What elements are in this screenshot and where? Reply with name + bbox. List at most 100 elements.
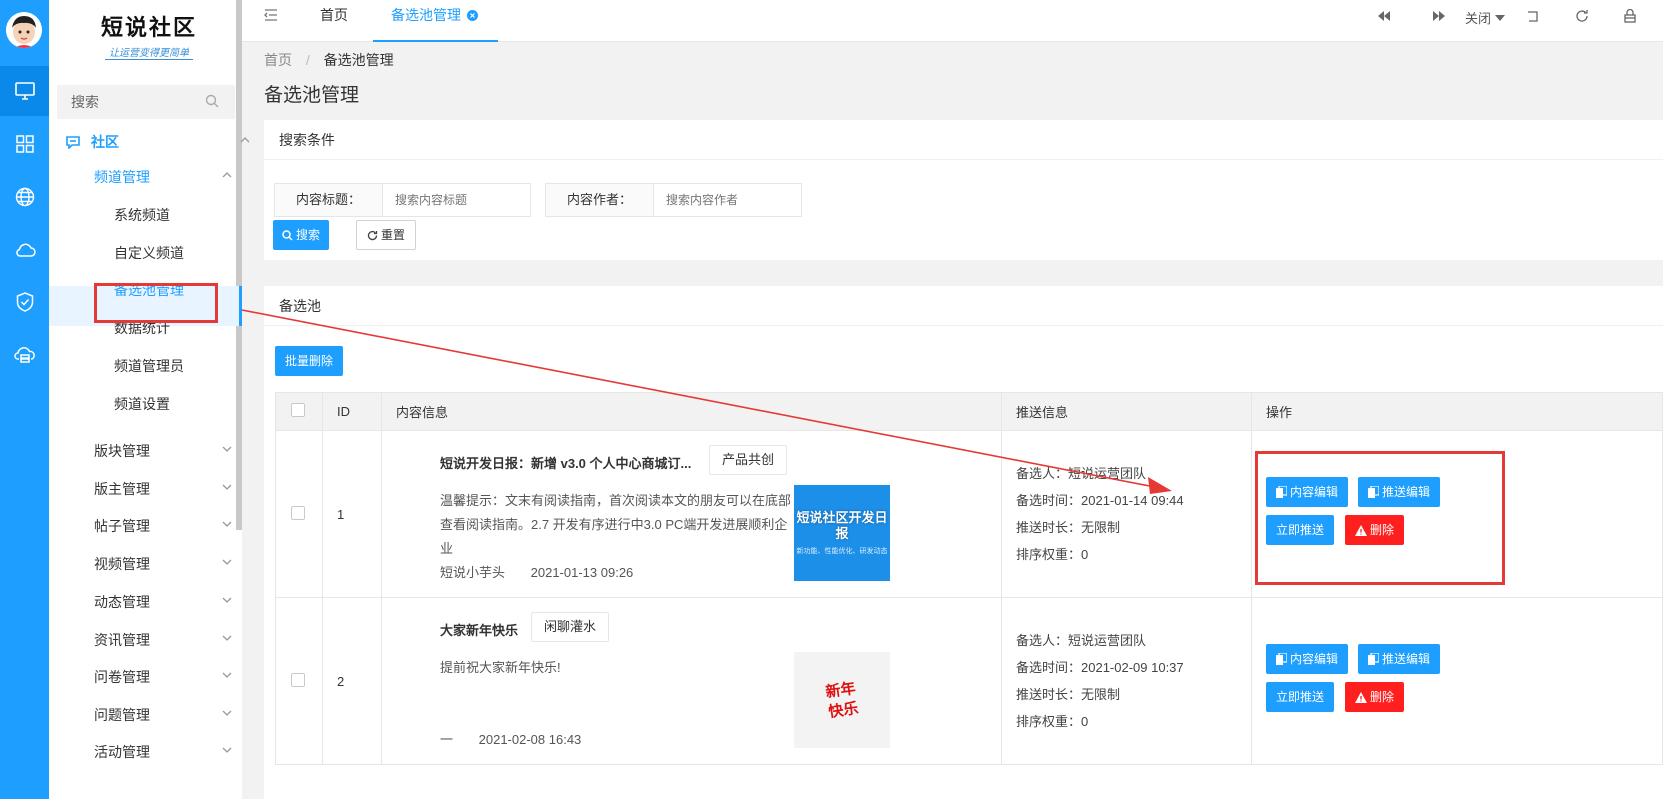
content-thumbnail[interactable]: 新年快乐 bbox=[794, 652, 890, 748]
push-duration: 推送时长：无限制 bbox=[1016, 520, 1121, 535]
copy-icon bbox=[1276, 653, 1287, 665]
cloud-icon[interactable] bbox=[0, 225, 49, 275]
shield-check-icon[interactable] bbox=[0, 277, 49, 327]
push-picker: 备选人：短说运营团队 bbox=[1016, 466, 1147, 481]
menu-collapse-icon[interactable] bbox=[264, 9, 278, 21]
sidebar-section-board[interactable]: 版块管理 bbox=[94, 441, 236, 461]
select-all-checkbox[interactable] bbox=[291, 403, 305, 417]
breadcrumb-home[interactable]: 首页 bbox=[264, 52, 292, 68]
column-header-actions: 操作 bbox=[1251, 392, 1663, 431]
content-description: 温馨提示：文末有阅读指南，首次阅读本文的朋友可以在底部查看阅读指南。2.7 开发… bbox=[440, 493, 792, 556]
push-info-cell: 备选人：短说运营团队 备选时间：2021-02-09 10:37 推送时长：无限… bbox=[1001, 597, 1252, 765]
breadcrumb: 首页 / 备选池管理 bbox=[264, 50, 394, 70]
fullscreen-icon[interactable] bbox=[1527, 10, 1539, 22]
sidebar-group-community[interactable]: 社区 bbox=[65, 132, 252, 152]
thumbnail-subtitle: 新功能、性能优化、研发动态 bbox=[796, 548, 888, 555]
title-search-input[interactable] bbox=[383, 184, 529, 216]
sidebar-subgroup-channel[interactable]: 频道管理 bbox=[94, 167, 236, 187]
row-checkbox[interactable] bbox=[291, 672, 305, 687]
sidebar-section-posts[interactable]: 帖子管理 bbox=[94, 516, 236, 536]
content-meta: 短说小芋头 2021-01-13 09:26 bbox=[440, 562, 633, 581]
actions-cell: 内容编辑 推送编辑 立即推送 删除 bbox=[1251, 597, 1663, 765]
scroll-right-icon[interactable] bbox=[1432, 10, 1446, 22]
push-weight: 排序权重：0 bbox=[1016, 714, 1089, 729]
column-header-push: 推送信息 bbox=[1001, 392, 1252, 431]
column-header-id: ID bbox=[322, 392, 382, 431]
icon-rail bbox=[0, 0, 49, 799]
tab-candidate-pool[interactable]: 备选池管理 bbox=[373, 0, 498, 42]
content-meta: 一 2021-02-08 16:43 bbox=[440, 729, 581, 748]
push-now-label: 立即推送 bbox=[1276, 690, 1325, 704]
chevron-down-icon bbox=[222, 484, 232, 490]
cloud-server-icon[interactable] bbox=[0, 330, 49, 380]
push-info-cell: 备选人：短说运营团队 备选时间：2021-01-14 09:44 推送时长：无限… bbox=[1001, 430, 1252, 598]
thumbnail-title: 短说社区开发日报 bbox=[796, 510, 888, 541]
breadcrumb-separator: / bbox=[305, 52, 310, 68]
content-thumbnail[interactable]: 短说社区开发日报 新功能、性能优化、研发动态 bbox=[794, 485, 890, 581]
sidebar-section-moderator[interactable]: 版主管理 bbox=[94, 479, 236, 499]
globe-icon[interactable] bbox=[0, 172, 49, 222]
row-checkbox[interactable] bbox=[291, 505, 305, 520]
sidebar: 短说社区 让运营变得更简单 搜索 社区 频道管理 系统频道 自定义频道 备选池管… bbox=[49, 0, 250, 799]
content-edit-label: 内容编辑 bbox=[1290, 652, 1339, 666]
search-panel: 搜索条件 内容标题： 内容作者： 搜索 重置 bbox=[264, 120, 1663, 260]
push-edit-button[interactable]: 推送编辑 bbox=[1358, 644, 1441, 674]
monitor-icon[interactable] bbox=[0, 66, 49, 116]
chevron-down-icon bbox=[222, 521, 232, 527]
chevron-up-icon bbox=[222, 172, 232, 178]
scroll-left-icon[interactable] bbox=[1377, 10, 1391, 22]
tab-label: 首页 bbox=[320, 7, 348, 23]
search-button-label: 搜索 bbox=[296, 228, 321, 242]
push-edit-label: 推送编辑 bbox=[1382, 652, 1431, 666]
breadcrumb-current: 备选池管理 bbox=[323, 52, 394, 68]
caret-down-icon bbox=[1494, 15, 1505, 21]
tab-label: 备选池管理 bbox=[391, 7, 461, 23]
brand-logo: 短说社区 让运营变得更简单 bbox=[89, 10, 209, 66]
search-icon bbox=[282, 229, 293, 241]
reset-button[interactable]: 重置 bbox=[356, 220, 417, 250]
page-title: 备选池管理 bbox=[264, 85, 360, 106]
content-author: 短说小芋头 bbox=[440, 565, 506, 580]
author-search-input[interactable] bbox=[654, 184, 800, 216]
author-search-label: 内容作者： bbox=[546, 184, 654, 216]
sidebar-section-video[interactable]: 视频管理 bbox=[94, 554, 236, 574]
refresh-icon[interactable] bbox=[1575, 9, 1589, 23]
table-row: 2 大家新年快乐 闲聊灌水 提前祝大家新年快乐! 一 2021-02-08 16… bbox=[275, 597, 1663, 765]
push-now-button[interactable]: 立即推送 bbox=[1266, 682, 1335, 712]
sidebar-section-events[interactable]: 活动管理 bbox=[94, 742, 236, 762]
sidebar-section-survey[interactable]: 问卷管理 bbox=[94, 667, 236, 687]
content-edit-button[interactable]: 内容编辑 bbox=[1266, 644, 1349, 674]
push-pick-time: 备选时间：2021-02-09 10:37 bbox=[1016, 660, 1184, 675]
search-icon bbox=[205, 94, 219, 108]
sidebar-section-label: 版主管理 bbox=[94, 481, 150, 497]
tab-home[interactable]: 首页 bbox=[320, 0, 348, 42]
sidebar-section-label: 动态管理 bbox=[94, 594, 150, 610]
select-all-cell bbox=[275, 392, 323, 431]
close-tab-icon[interactable] bbox=[466, 10, 478, 21]
sidebar-scrollbar[interactable] bbox=[236, 0, 242, 530]
content-author: 一 bbox=[440, 732, 454, 747]
brand-slogan: 让运营变得更简单 bbox=[105, 44, 193, 60]
sidebar-section-dynamics[interactable]: 动态管理 bbox=[94, 592, 236, 612]
title-search-field: 内容标题： bbox=[274, 183, 531, 217]
row-select-cell bbox=[275, 597, 323, 765]
sidebar-section-label: 版块管理 bbox=[94, 443, 150, 459]
sidebar-search[interactable]: 搜索 bbox=[57, 85, 235, 119]
delete-button[interactable]: 删除 bbox=[1345, 682, 1405, 712]
grid-icon[interactable] bbox=[0, 119, 49, 169]
close-dropdown[interactable]: 关闭 bbox=[1465, 8, 1505, 27]
sidebar-section-news[interactable]: 资讯管理 bbox=[94, 630, 236, 650]
chevron-down-icon bbox=[222, 597, 232, 603]
close-dropdown-label: 关闭 bbox=[1465, 11, 1492, 26]
content-title[interactable]: 大家新年快乐 bbox=[440, 620, 518, 639]
avatar[interactable] bbox=[6, 12, 42, 48]
brand-name: 短说社区 bbox=[100, 15, 197, 41]
lock-screen-icon[interactable] bbox=[1624, 9, 1636, 23]
search-button[interactable]: 搜索 bbox=[273, 220, 330, 250]
chevron-down-icon bbox=[222, 446, 232, 452]
title-search-label: 内容标题： bbox=[275, 184, 383, 216]
chevron-down-icon bbox=[222, 710, 232, 716]
sidebar-section-questions[interactable]: 问题管理 bbox=[94, 705, 236, 725]
batch-delete-button[interactable]: 批量删除 bbox=[275, 346, 344, 376]
content-title[interactable]: 短说开发日报：新增 v3.0 个人中心商城订... bbox=[440, 453, 691, 472]
